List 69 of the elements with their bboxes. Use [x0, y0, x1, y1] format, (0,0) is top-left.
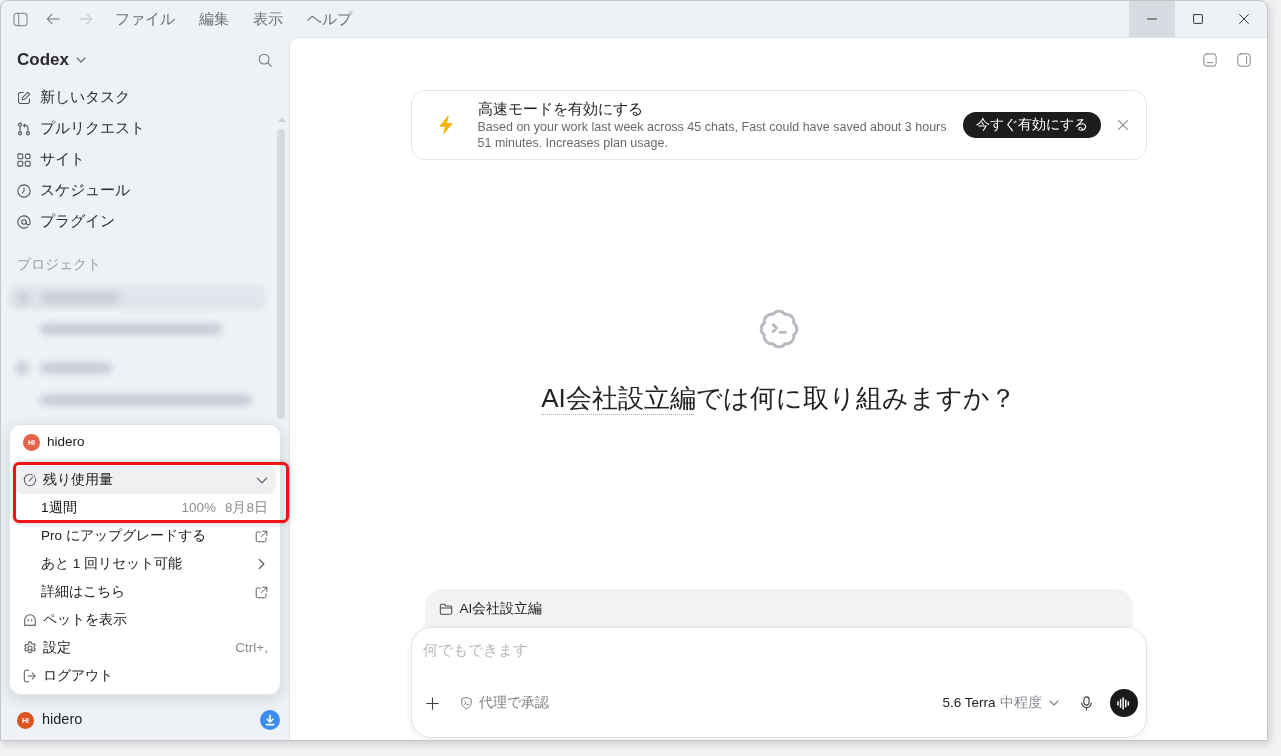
waveform-icon: [1117, 696, 1130, 710]
menu-item[interactable]: ヘルプ: [307, 9, 352, 29]
chevron-down-icon: [256, 476, 268, 484]
folder-icon: [438, 602, 453, 616]
pet-face-icon: [23, 613, 37, 627]
logout-icon: [23, 669, 37, 683]
grid-icon: [17, 152, 31, 167]
plus-icon[interactable]: [425, 696, 439, 710]
clock-icon: [17, 183, 31, 198]
menu-item[interactable]: 表示: [253, 9, 283, 29]
project-name: AI会社設立編: [459, 600, 543, 618]
settings-icon: [23, 641, 37, 655]
close-icon: [1239, 14, 1249, 24]
nav-item[interactable]: プルリクエスト: [1, 113, 289, 144]
menu-item[interactable]: ペットを表示: [14, 606, 276, 634]
enable-button[interactable]: 今すぐ有効にする: [962, 112, 1101, 138]
at-sign-icon: [17, 214, 31, 229]
gauge-icon: [23, 473, 37, 487]
approval-mode-button[interactable]: 代理で承認: [459, 692, 549, 714]
banner-text: Based on your work last week across 45 chats, Fast could have saved about 3 hours 51 minutes. Increases plan usage.: [477, 119, 948, 151]
banner-title: 高速モードを有効にする: [477, 100, 644, 119]
menu-item[interactable]: ログアウト: [14, 662, 276, 690]
nav-item[interactable]: サイト: [1, 144, 289, 175]
user-name[interactable]: hidero: [42, 709, 83, 731]
back-arrow-icon[interactable]: [46, 12, 60, 26]
scrollbar-thumb[interactable]: [277, 129, 285, 419]
blurred-text: [40, 361, 112, 374]
menu-item[interactable]: Pro にアップグレードする: [14, 522, 276, 550]
workspace-switcher[interactable]: Codex: [17, 49, 86, 71]
nav-item[interactable]: スケジュール: [1, 175, 289, 206]
minimize-icon: [1147, 18, 1157, 20]
external-link-icon: [255, 529, 268, 543]
menu-item[interactable]: 残り使用量: [14, 466, 276, 494]
microphone-icon[interactable]: [1080, 695, 1092, 711]
user-name: hidero: [47, 432, 85, 451]
shortcut-hint: Ctrl+,: [235, 638, 268, 657]
usage-period: 1週間: [41, 498, 78, 517]
section-label: プロジェクト: [16, 257, 101, 273]
external-link-icon: [255, 585, 268, 599]
menu-item[interactable]: ファイル: [115, 9, 175, 29]
lightning-icon: [438, 116, 453, 134]
message-input[interactable]: 何でもできます: [422, 641, 1138, 661]
maximize-icon: [1193, 14, 1203, 24]
project-tab[interactable]: AI会社設立編: [424, 589, 1133, 627]
menu-item[interactable]: 編集: [199, 9, 229, 29]
side-panel-icon[interactable]: [1237, 52, 1251, 67]
reset-date: 8月8日: [224, 498, 268, 517]
edit-icon: [17, 90, 31, 105]
model-selector[interactable]: 5.6 Terra 中程度: [942, 692, 1059, 714]
search-icon[interactable]: [258, 53, 272, 67]
close-icon[interactable]: [1117, 120, 1128, 130]
menu-item[interactable]: 詳細はこちら: [14, 578, 276, 606]
project-link[interactable]: AI会社設立編: [541, 380, 696, 416]
terminal-panel-icon[interactable]: [1203, 52, 1217, 67]
nav-item[interactable]: プラグイン: [1, 206, 289, 237]
menu-item[interactable]: 設定 Ctrl+,: [14, 634, 276, 662]
download-icon[interactable]: [260, 710, 280, 730]
menu-item[interactable]: あと 1 回リセット可能: [14, 550, 276, 578]
chevron-down-icon: [75, 57, 86, 63]
chevron-right-icon: [258, 558, 265, 570]
chevron-down-icon: [1048, 700, 1059, 706]
sidebar-toggle-icon[interactable]: [13, 11, 28, 27]
blurred-icon: [15, 360, 29, 375]
pull-request-icon: [17, 121, 31, 136]
voice-button[interactable]: [1109, 689, 1138, 717]
usage-percent: 100%: [181, 498, 216, 517]
nav-item[interactable]: 新しいタスク: [1, 82, 289, 113]
shield-icon: [459, 696, 473, 710]
question-text: では何に取り組みますか？: [695, 382, 1016, 415]
